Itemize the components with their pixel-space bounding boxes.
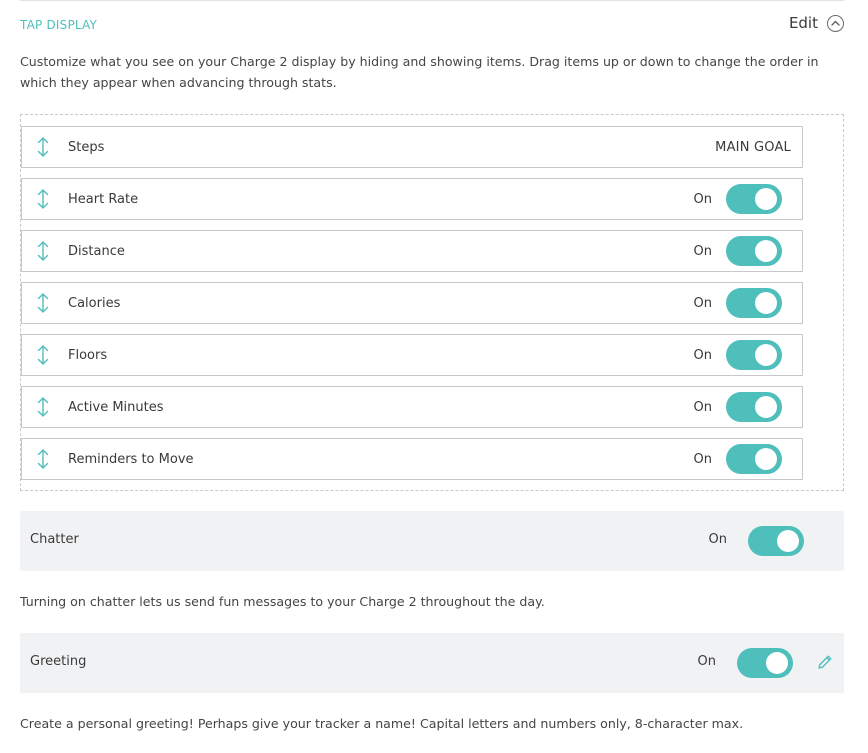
tap-item-label: Distance <box>68 243 125 259</box>
floors-toggle[interactable] <box>726 340 782 370</box>
drag-handle-icon[interactable] <box>35 189 51 209</box>
toggle-knob <box>755 448 777 470</box>
toggle-status-label: On <box>693 295 712 311</box>
toggle-knob <box>755 396 777 418</box>
greeting-status-label: On <box>697 654 716 669</box>
tap-item-label: Heart Rate <box>68 191 139 207</box>
main-goal-badge: MAIN GOAL <box>715 139 791 155</box>
toggle-status-label: On <box>693 451 712 467</box>
pencil-icon[interactable] <box>816 653 834 671</box>
toggle-knob <box>777 530 799 552</box>
toggle-status-label: On <box>693 191 712 207</box>
tap-item-distance[interactable]: Distance On <box>21 230 803 272</box>
section-description: Customize what you see on your Charge 2 … <box>20 54 819 90</box>
greeting-help-text: Create a personal greeting! Perhaps give… <box>20 716 744 731</box>
chevron-up-icon[interactable] <box>827 14 844 32</box>
drag-handle-icon[interactable] <box>35 293 51 313</box>
toggle-knob <box>755 344 777 366</box>
toggle-status-label: On <box>693 347 712 363</box>
chatter-help-text: Turning on chatter lets us send fun mess… <box>20 594 545 609</box>
tap-item-label: Calories <box>68 295 121 311</box>
heart-rate-toggle[interactable] <box>726 184 782 214</box>
tap-item-floors[interactable]: Floors On <box>21 334 803 376</box>
tap-item-heart-rate[interactable]: Heart Rate On <box>21 178 803 220</box>
toggle-knob <box>755 240 777 262</box>
chatter-toggle[interactable] <box>748 526 804 556</box>
toggle-knob <box>755 188 777 210</box>
section-title: TAP DISPLAY <box>20 18 98 32</box>
tap-item-label: Reminders to Move <box>68 451 194 467</box>
toggle-status-label: On <box>693 399 712 415</box>
drag-handle-icon[interactable] <box>35 241 51 261</box>
chatter-label: Chatter <box>30 532 79 547</box>
greeting-row: Greeting On <box>20 633 844 693</box>
calories-toggle[interactable] <box>726 288 782 318</box>
tap-item-steps[interactable]: Steps MAIN GOAL <box>21 126 803 168</box>
chatter-row: Chatter On <box>20 511 844 571</box>
active-minutes-toggle[interactable] <box>726 392 782 422</box>
chatter-status-label: On <box>708 532 727 547</box>
tap-item-label: Floors <box>68 347 108 363</box>
drag-handle-icon[interactable] <box>35 397 51 417</box>
drag-handle-icon[interactable] <box>35 137 51 157</box>
toggle-knob <box>766 652 788 674</box>
drag-handle-icon[interactable] <box>35 449 51 469</box>
edit-toggle[interactable]: Edit <box>789 14 844 32</box>
greeting-toggle[interactable] <box>737 648 793 678</box>
edit-label[interactable]: Edit <box>789 14 818 32</box>
drag-handle-icon[interactable] <box>35 345 51 365</box>
distance-toggle[interactable] <box>726 236 782 266</box>
top-divider <box>20 0 844 1</box>
toggle-status-label: On <box>693 243 712 259</box>
tap-item-calories[interactable]: Calories On <box>21 282 803 324</box>
toggle-knob <box>755 292 777 314</box>
tap-item-active-minutes[interactable]: Active Minutes On <box>21 386 803 428</box>
tap-item-label: Steps <box>68 139 105 155</box>
greeting-label: Greeting <box>30 654 87 669</box>
reminders-to-move-toggle[interactable] <box>726 444 782 474</box>
tap-item-reminders-to-move[interactable]: Reminders to Move On <box>21 438 803 480</box>
tap-item-label: Active Minutes <box>68 399 164 415</box>
